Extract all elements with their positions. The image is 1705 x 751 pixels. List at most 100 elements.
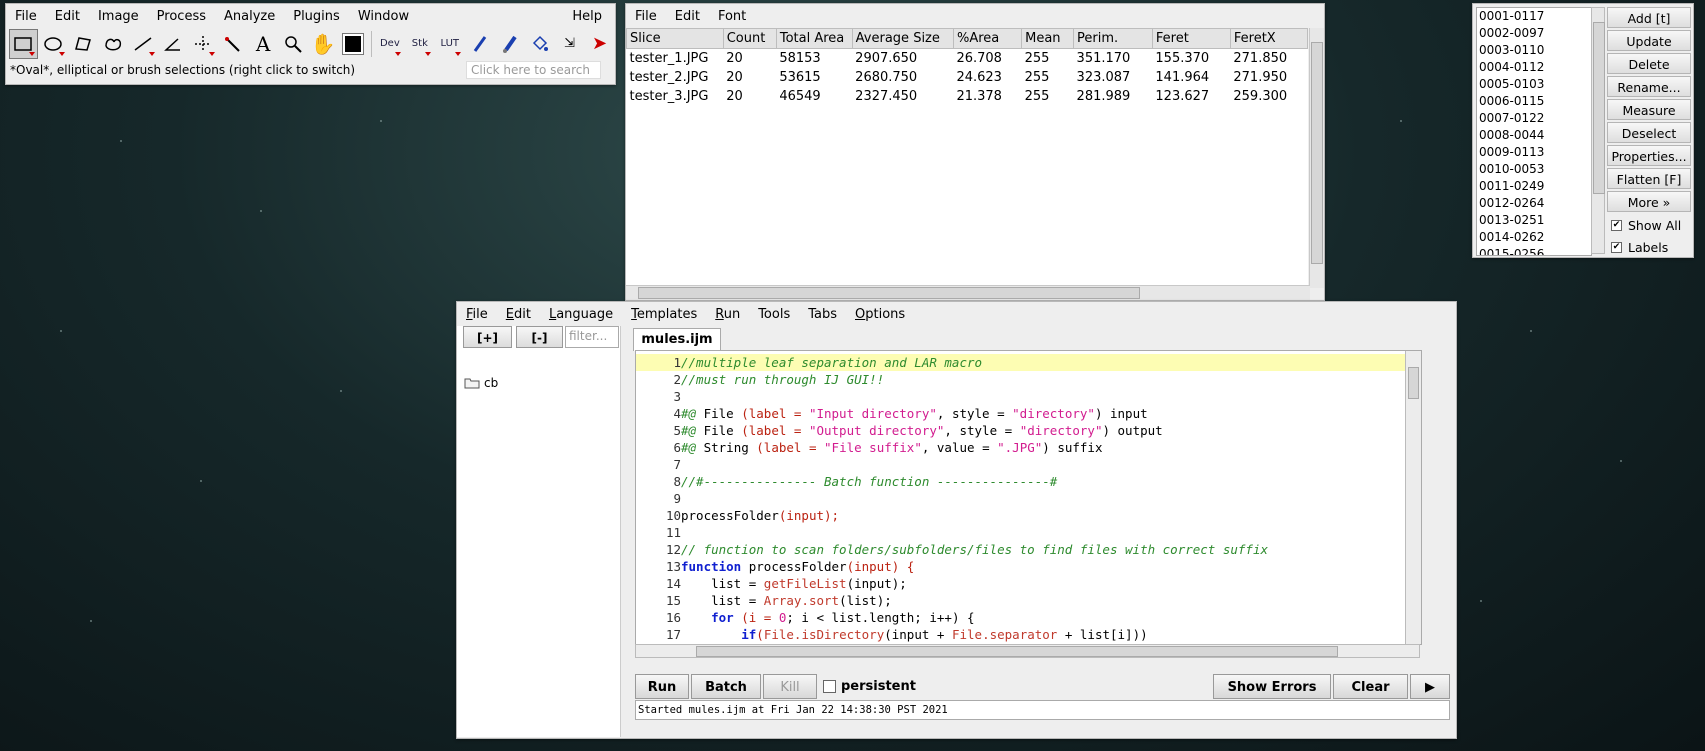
list-item[interactable]: 0008-0044 <box>1477 127 1591 144</box>
persistent-checkbox[interactable]: persistent <box>823 679 916 694</box>
more-button[interactable]: More » <box>1607 191 1691 212</box>
code-horizontal-scrollbar[interactable] <box>635 644 1420 658</box>
column-header[interactable]: %Area <box>952 28 1023 49</box>
list-item[interactable]: 0001-0117 <box>1477 8 1591 25</box>
pencil-icon[interactable] <box>465 29 494 59</box>
line-tool-icon[interactable] <box>129 29 158 59</box>
arrow-tools-icon[interactable]: ⇲ <box>555 29 584 59</box>
column-header[interactable]: Feret <box>1151 28 1231 49</box>
oval-tool-icon[interactable] <box>39 29 68 59</box>
column-header[interactable]: Count <box>722 28 777 49</box>
list-item[interactable]: 0015-0256 <box>1477 246 1591 255</box>
expand-tree-button[interactable]: [+] <box>463 326 512 348</box>
polygon-tool-icon[interactable] <box>69 29 98 59</box>
tree-filter-input[interactable]: filter... <box>565 326 619 348</box>
hand-tool-icon[interactable]: ✋ <box>309 29 338 59</box>
brush-icon[interactable] <box>495 29 524 59</box>
editor-menu-options[interactable]: Options <box>846 307 914 322</box>
list-item[interactable]: 0007-0122 <box>1477 110 1591 127</box>
editor-menu-tabs[interactable]: Tabs <box>799 307 846 322</box>
point-tool-icon[interactable] <box>189 29 218 59</box>
run-button[interactable]: Run <box>635 674 689 699</box>
list-item[interactable]: 0005-0103 <box>1477 76 1591 93</box>
editor-menu-templates[interactable]: Templates <box>622 307 706 322</box>
color-picker-icon[interactable] <box>338 29 367 59</box>
column-header[interactable]: Average Size <box>851 28 954 49</box>
editor-menu-tools[interactable]: Tools <box>749 307 799 322</box>
editor-menu-edit[interactable]: Edit <box>497 307 540 322</box>
tree-folder-cb[interactable]: cb <box>464 376 498 390</box>
rename-button[interactable]: Rename... <box>1607 76 1691 97</box>
flatten-button[interactable]: Flatten [F] <box>1607 168 1691 189</box>
table-row[interactable]: tester_2.JPG 20 53615 2680.750 24.623 255 323.… <box>627 68 1308 87</box>
show-all-checkbox[interactable]: ✔ Show All <box>1607 214 1691 236</box>
labels-checkbox[interactable]: ✔ Labels <box>1607 236 1691 258</box>
deselect-button[interactable]: Deselect <box>1607 122 1691 143</box>
measure-button[interactable]: Measure <box>1607 99 1691 120</box>
list-item[interactable]: 0013-0251 <box>1477 212 1591 229</box>
menu-plugins[interactable]: Plugins <box>284 9 349 24</box>
text-tool-icon[interactable]: A <box>249 29 278 59</box>
collapse-tree-button[interactable]: [-] <box>516 326 563 348</box>
batch-button[interactable]: Batch <box>691 674 761 699</box>
menu-image[interactable]: Image <box>89 9 148 24</box>
update-button[interactable]: Update <box>1607 30 1691 51</box>
results-menu-file[interactable]: File <box>626 9 666 24</box>
freehand-tool-icon[interactable] <box>99 29 128 59</box>
menu-analyze[interactable]: Analyze <box>215 9 284 24</box>
code-editor[interactable]: 1 234 567 8 9 10 11 12 13 14 15 16 17 //multip… <box>635 350 1422 645</box>
roi-list[interactable]: 0001-0117 0002-0097 0003-0110 0004-0112 … <box>1476 7 1592 256</box>
column-header[interactable]: Slice <box>626 28 724 49</box>
magnifier-icon[interactable] <box>279 29 308 59</box>
results-vertical-scrollbar[interactable] <box>1309 28 1324 288</box>
menu-window[interactable]: Window <box>349 9 418 24</box>
script-editor-window: File Edit Language Templates Run Tools T… <box>456 301 1457 739</box>
roi-list-scrollbar[interactable] <box>1591 7 1605 254</box>
menu-help[interactable]: Help <box>563 9 611 24</box>
table-row[interactable]: tester_3.JPG 20 46549 2327.450 21.378 255 281.… <box>627 87 1308 106</box>
code-vertical-scrollbar[interactable] <box>1405 351 1421 644</box>
list-item[interactable]: 0011-0249 <box>1477 178 1591 195</box>
list-item[interactable]: 0003-0110 <box>1477 42 1591 59</box>
lut-menu-icon[interactable]: LUT <box>435 29 464 59</box>
properties-button[interactable]: Properties... <box>1607 145 1691 166</box>
list-item[interactable]: 0010-0053 <box>1477 161 1591 178</box>
list-item[interactable]: 0006-0115 <box>1477 93 1591 110</box>
rectangle-tool-icon[interactable] <box>9 28 38 59</box>
results-menu-font[interactable]: Font <box>709 9 755 24</box>
menu-edit[interactable]: Edit <box>46 9 89 24</box>
command-search-input[interactable]: Click here to search <box>466 61 601 79</box>
results-horizontal-scrollbar[interactable] <box>626 285 1310 300</box>
column-header[interactable]: FeretX <box>1229 28 1309 49</box>
flood-fill-icon[interactable] <box>525 29 554 59</box>
column-header[interactable]: Total Area <box>775 28 853 49</box>
clear-button[interactable]: Clear <box>1333 674 1408 699</box>
editor-menu-run[interactable]: Run <box>706 307 749 322</box>
dev-menu-icon[interactable]: Dev <box>375 29 404 59</box>
column-header[interactable]: Mean <box>1021 28 1075 49</box>
folder-icon <box>464 378 480 389</box>
editor-menu-language[interactable]: Language <box>540 307 622 322</box>
menu-file[interactable]: File <box>6 9 46 24</box>
delete-button[interactable]: Delete <box>1607 53 1691 74</box>
more-options-button[interactable]: ▶ <box>1410 674 1450 699</box>
list-item[interactable]: 0014-0262 <box>1477 229 1591 246</box>
stk-menu-icon[interactable]: Stk <box>405 29 434 59</box>
kill-button[interactable]: Kill <box>763 674 817 699</box>
menu-process[interactable]: Process <box>148 9 215 24</box>
list-item[interactable]: 0002-0097 <box>1477 25 1591 42</box>
tab-mules-ijm[interactable]: mules.ijm <box>633 328 721 351</box>
editor-menu-file[interactable]: File <box>457 307 497 322</box>
switch-toolset-icon[interactable]: ➤ <box>585 29 614 59</box>
list-item[interactable]: 0012-0264 <box>1477 195 1591 212</box>
add-button[interactable]: Add [t] <box>1607 7 1691 28</box>
angle-tool-icon[interactable] <box>159 29 188 59</box>
show-errors-button[interactable]: Show Errors <box>1213 674 1331 699</box>
table-row[interactable]: tester_1.JPG 20 58153 2907.650 26.708 255 351.… <box>627 49 1308 69</box>
column-header[interactable]: Perim. <box>1073 28 1153 49</box>
list-item[interactable]: 0009-0113 <box>1477 144 1591 161</box>
wand-tool-icon[interactable] <box>219 29 248 59</box>
list-item[interactable]: 0004-0112 <box>1477 59 1591 76</box>
results-menu-edit[interactable]: Edit <box>666 9 709 24</box>
